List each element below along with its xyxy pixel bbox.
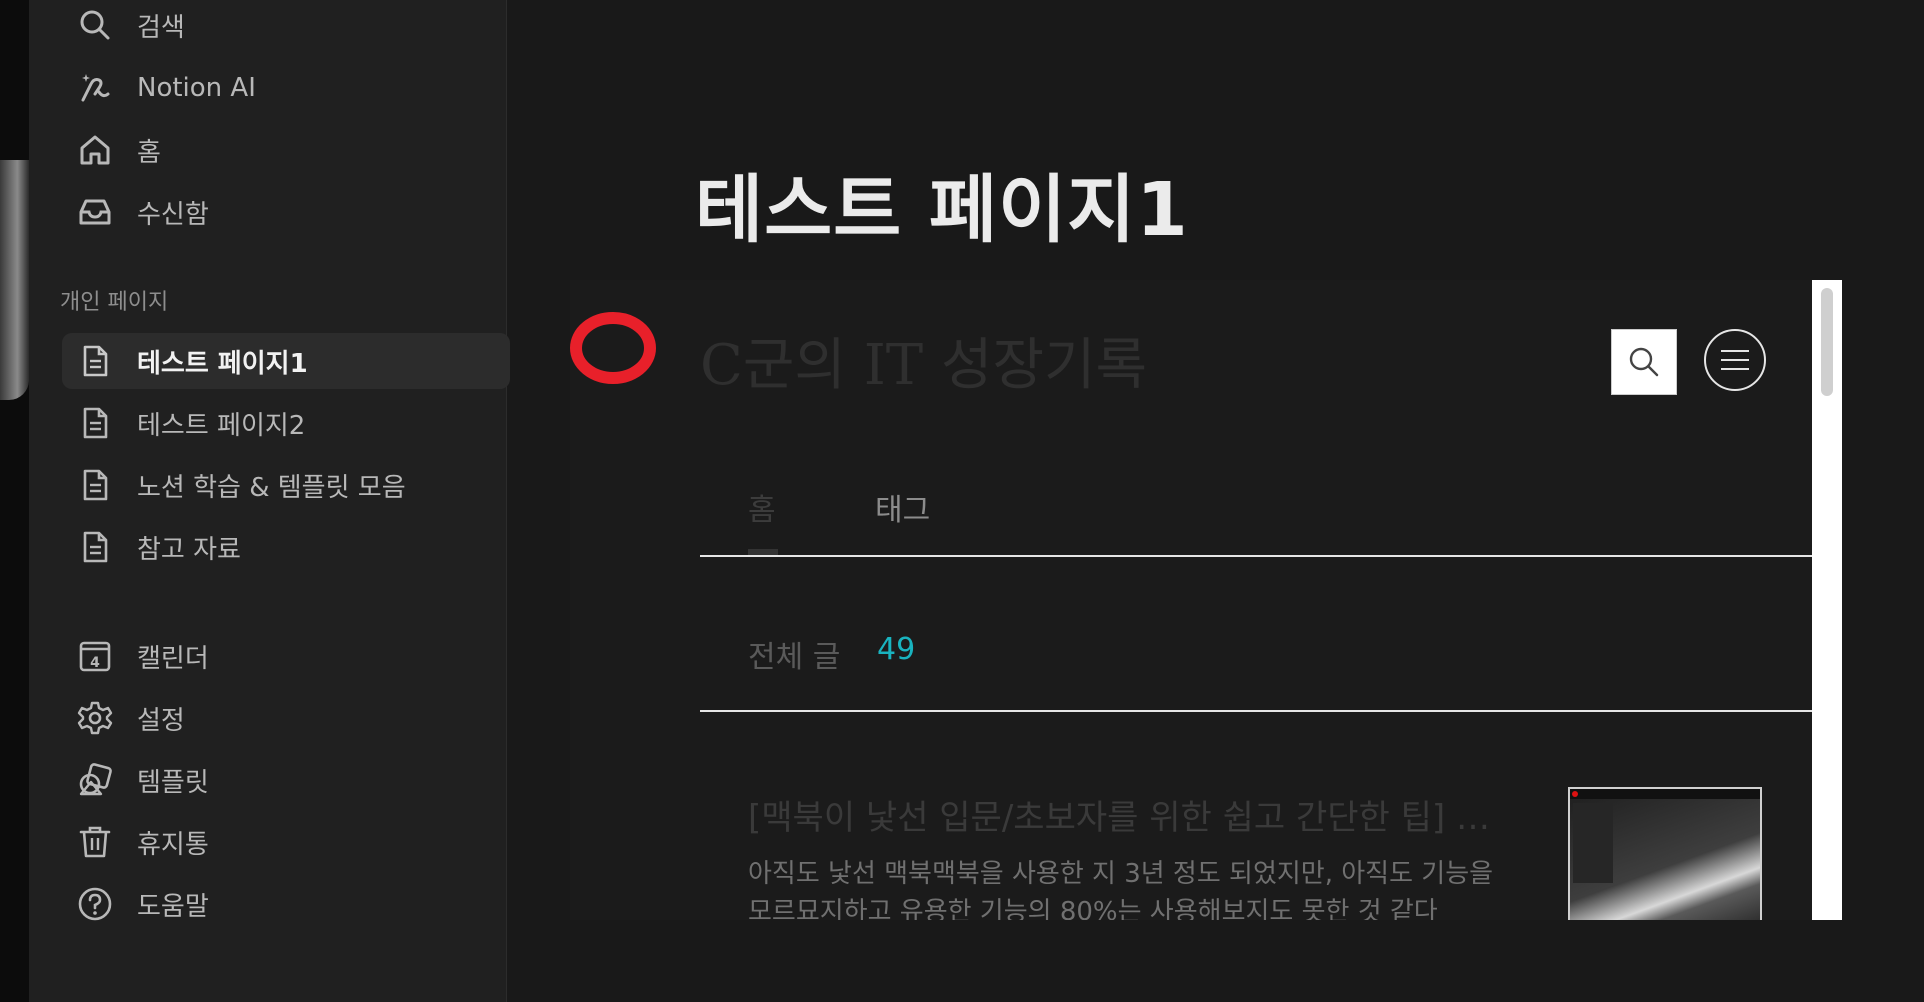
section-label-private-pages: 개인 페이지 [60,290,169,315]
thumbnail-menubar [1570,789,1760,799]
page-icon [75,465,115,505]
thumbnail-apple-logo [1572,791,1578,797]
gear-icon [75,698,115,738]
notion-ai-icon [75,68,115,108]
sidebar-item-label: Notion AI [137,73,256,103]
sidebar-item-label: 테스트 페이지2 [137,410,306,441]
trash-icon [75,822,115,862]
sidebar-item-reference[interactable]: 참고 자료 [62,519,510,575]
page-icon [75,341,115,381]
blog-embed[interactable]: C군의 IT 성장기록 홈 태그 전체 글 49 [맥북이 낯선 입문/초보자를… [570,280,1842,920]
sidebar-item-trash[interactable]: 휴지통 [62,814,510,870]
sidebar-item-notion-templates[interactable]: 노션 학습 & 템플릿 모음 [62,457,510,513]
blog-tabs: 홈 태그 [700,485,1842,557]
post-title[interactable]: [맥북이 낯선 입문/초보자를 위한 쉽고 간단한 팁] 맥북의 기본 사용법 [748,790,1508,839]
embed-scrollbar-thumb[interactable] [1821,288,1833,396]
search-icon [75,5,115,45]
sidebar-item-help[interactable]: 도움말 [62,876,510,932]
calendar-icon: 4 [75,636,115,676]
post-list-item[interactable]: [맥북이 낯선 입문/초보자를 위한 쉽고 간단한 팁] 맥북의 기본 사용법 … [748,790,1508,920]
help-icon [75,884,115,924]
thumbnail-dropdown [1573,803,1613,883]
tab-tags[interactable]: 태그 [875,485,930,529]
blog-logo[interactable] [570,312,656,384]
post-thumbnail[interactable] [1568,787,1762,920]
sidebar-item-label: 노션 학습 & 템플릿 모음 [137,472,406,503]
templates-icon [75,760,115,800]
sidebar-item-label: 참고 자료 [137,534,241,565]
svg-text:4: 4 [90,655,100,671]
blog-menu-button[interactable] [1704,329,1766,391]
tab-active-indicator [748,549,778,555]
embed-scrollbar[interactable] [1812,280,1842,920]
post-count-value: 49 [877,632,916,667]
sidebar-item-calendar[interactable]: 4 캘린더 [62,628,510,684]
sidebar-item-label: 템플릿 [137,767,209,798]
blog-search-button[interactable] [1611,329,1677,395]
tab-home[interactable]: 홈 [748,485,776,529]
sidebar-item-home[interactable]: 홈 [62,122,510,178]
sidebar-item-label: 설정 [137,705,185,736]
sidebar-item-templates[interactable]: 템플릿 [62,752,510,808]
sidebar-item-label: 테스트 페이지1 [137,348,308,379]
page-title: 테스트 페이지1 [695,167,1189,253]
search-icon [1626,344,1662,380]
hamburger-icon [1719,348,1751,372]
sidebar: 검색 Notion AI 홈 수신함 개인 페이지 테스트 페이지1 테스트 페… [29,0,510,1002]
page-icon [75,527,115,567]
post-count-row: 전체 글 49 [700,632,1842,712]
sidebar-item-label: 캘린더 [137,643,209,674]
sidebar-item-label: 수신함 [137,199,209,230]
page-icon [75,403,115,443]
post-count-label: 전체 글 [748,640,841,675]
sidebar-item-label: 홈 [137,137,161,168]
sidebar-item-inbox[interactable]: 수신함 [62,184,510,240]
sidebar-item-test-page-1[interactable]: 테스트 페이지1 [62,333,510,389]
sidebar-item-label: 도움말 [137,891,209,922]
sidebar-item-label: 휴지통 [137,829,209,860]
sidebar-item-test-page-2[interactable]: 테스트 페이지2 [62,395,510,451]
sidebar-item-label: 검색 [137,12,185,43]
sidebar-item-search[interactable]: 검색 [62,0,510,53]
inbox-icon [75,192,115,232]
sidebar-item-settings[interactable]: 설정 [62,690,510,746]
post-excerpt: 아직도 낯선 맥북맥북을 사용한 지 3년 정도 되었지만, 아직도 기능을 모… [748,859,1494,920]
blog-title[interactable]: C군의 IT 성장기록 [700,320,1147,401]
home-icon [75,130,115,170]
desktop-wallpaper-glimpse [0,160,29,400]
desktop-edge [0,0,29,1002]
sidebar-item-notion-ai[interactable]: Notion AI [62,60,510,116]
